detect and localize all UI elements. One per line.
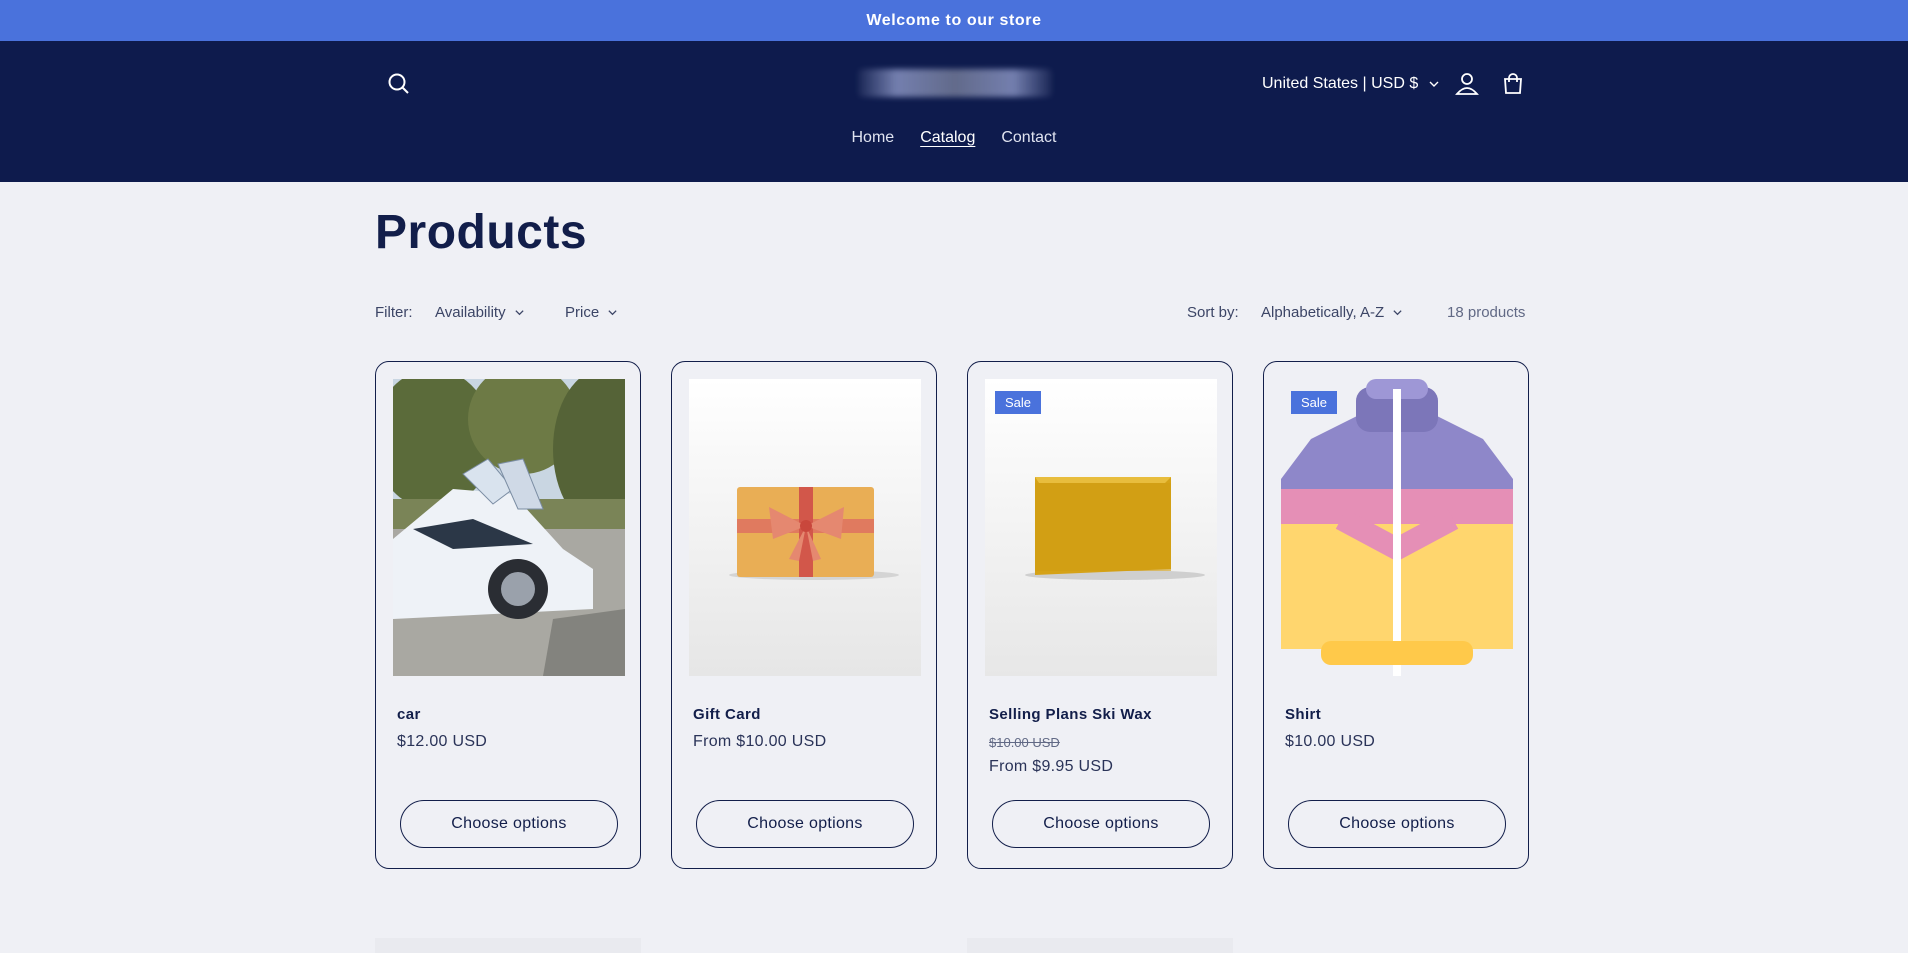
product-price: From $10.00 USD: [693, 733, 827, 750]
store-logo[interactable]: [858, 69, 1052, 97]
product-image-gift-card[interactable]: [689, 379, 921, 676]
product-image-ski-wax[interactable]: Sale: [985, 379, 1217, 676]
chevron-down-icon: [1429, 81, 1439, 87]
choose-options-button[interactable]: Choose options: [696, 800, 914, 848]
product-compare-price: $10.00 USD: [989, 735, 1060, 750]
page-title: Products: [375, 206, 588, 259]
product-card[interactable]: Sale Selling Plans Ski Wax $10.00 USD Fr…: [967, 361, 1233, 869]
sort-select-value: Alphabetically, A-Z: [1261, 304, 1385, 321]
product-card[interactable]: car $12.00 USD Choose options: [375, 361, 641, 869]
price-filter[interactable]: Price: [565, 304, 618, 321]
product-card[interactable]: Gift Card From $10.00 USD Choose options: [671, 361, 937, 869]
sort-select[interactable]: Alphabetically, A-Z: [1261, 304, 1403, 321]
announcement-bar: Welcome to our store: [0, 0, 1908, 41]
product-sale-price: From $9.95 USD: [989, 758, 1114, 775]
product-title[interactable]: Selling Plans Ski Wax: [989, 706, 1152, 723]
product-image-car[interactable]: [393, 379, 625, 676]
announcement-text: Welcome to our store: [866, 11, 1042, 29]
product-title[interactable]: Shirt: [1285, 706, 1321, 723]
nav-home[interactable]: Home: [852, 129, 895, 147]
nav-catalog[interactable]: Catalog: [920, 129, 975, 147]
chevron-down-icon: [608, 310, 617, 316]
choose-options-button[interactable]: Choose options: [400, 800, 618, 848]
search-icon[interactable]: [384, 69, 414, 99]
filter-label: Filter:: [375, 304, 413, 321]
nav-contact[interactable]: Contact: [1001, 129, 1056, 147]
availability-filter[interactable]: Availability: [435, 304, 525, 321]
product-image-shirt[interactable]: Sale: [1281, 379, 1513, 676]
choose-options-button[interactable]: Choose options: [992, 800, 1210, 848]
chevron-down-icon: [1393, 310, 1402, 316]
sale-badge: Sale: [1291, 391, 1338, 414]
chevron-down-icon: [514, 310, 524, 316]
product-count: 18 products: [1447, 304, 1526, 321]
product-card[interactable]: Sale Shirt $10.00 USD Choose options: [1263, 361, 1529, 869]
country-currency-selector[interactable]: United States | USD $: [1262, 73, 1440, 95]
product-title[interactable]: Gift Card: [693, 706, 761, 723]
next-row-card-peek: [967, 938, 1233, 953]
account-icon[interactable]: [1452, 69, 1482, 99]
product-price: $12.00 USD: [397, 733, 488, 750]
choose-options-button[interactable]: Choose options: [1288, 800, 1506, 848]
sale-badge: Sale: [995, 391, 1042, 414]
price-filter-label: Price: [565, 304, 600, 321]
product-price: $10.00 USD: [1285, 733, 1376, 750]
sort-label: Sort by:: [1187, 304, 1239, 321]
main-nav: Home Catalog Contact: [0, 129, 1908, 147]
next-row-card-peek: [375, 938, 641, 953]
cart-icon[interactable]: [1498, 69, 1528, 99]
availability-filter-label: Availability: [435, 304, 506, 321]
product-title[interactable]: car: [397, 706, 421, 723]
country-currency-label: United States | USD $: [1262, 75, 1419, 92]
site-header: United States | USD $ Home Catalog Conta…: [0, 41, 1908, 182]
